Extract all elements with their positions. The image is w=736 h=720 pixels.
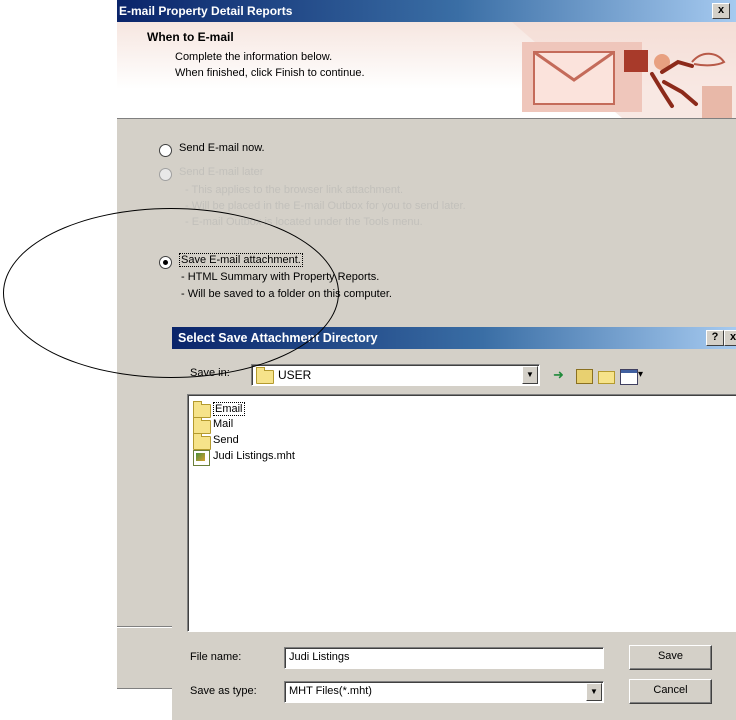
mht-file-icon [193,450,210,466]
cancel-button[interactable]: Cancel [629,679,712,704]
annotation-circle [3,208,339,378]
file-list[interactable]: Email Mail Send Judi Listings.mht [187,394,736,632]
folder-icon [193,433,211,450]
send-now-radio[interactable] [159,144,172,157]
send-later-desc-2: - Will be placed in the E-mail Outbox fo… [185,200,466,212]
file-name-label: File name: [190,651,242,663]
save-type-label: Save as type: [190,685,257,697]
folder-icon [256,367,274,384]
folder-icon [193,401,211,418]
send-later-radio[interactable] [159,168,172,181]
chevron-down-icon[interactable]: ▼ [522,366,538,384]
wizard-close-button[interactable]: x [712,3,730,19]
folder-icon [193,417,211,434]
send-now-label: Send E-mail now. [179,142,265,154]
save-attachment-dialog: Select Save Attachment Directory ? x Sav… [172,327,736,720]
file-name-value: Judi Listings [289,651,350,663]
save-type-select[interactable]: MHT Files(*.mht) ▼ [284,681,604,703]
wizard-title: E-mail Property Detail Reports [119,4,293,18]
send-later-label: Send E-mail later [179,166,264,178]
save-button[interactable]: Save [629,645,712,670]
save-dialog-close-button[interactable]: x [724,330,736,346]
send-later-desc-1: - This applies to the browser link attac… [185,184,404,196]
save-type-value: MHT Files(*.mht) [289,685,372,697]
envelope-courier-icon [512,22,736,118]
file-name: Judi Listings.mht [213,450,295,462]
back-arrow-icon[interactable]: ➜ [553,367,564,383]
wizard-titlebar: E-mail Property Detail Reports x [117,0,736,22]
file-name: Email [213,402,245,416]
view-menu-icon[interactable] [620,369,638,385]
wizard-header: When to E-mail Complete the information … [117,22,736,119]
help-icon: ? [711,331,719,343]
file-name-field[interactable]: Judi Listings [284,647,604,669]
help-button[interactable]: ? [706,330,724,346]
close-icon: x [729,331,736,343]
file-name: Send [213,434,239,446]
close-icon: x [717,4,725,16]
wizard-header-line2: When finished, click Finish to continue. [175,67,365,79]
chevron-down-icon[interactable]: ▼ [586,683,602,701]
wizard-header-line1: Complete the information below. [175,51,333,63]
wizard-header-title: When to E-mail [147,30,234,44]
new-folder-icon[interactable] [598,371,615,384]
save-in-combo[interactable]: USER ▼ [251,364,540,386]
file-name: Mail [213,418,234,430]
up-folder-icon[interactable] [576,369,593,384]
view-dropdown-icon[interactable]: ▾ [638,367,643,383]
save-in-value: USER [278,368,312,382]
